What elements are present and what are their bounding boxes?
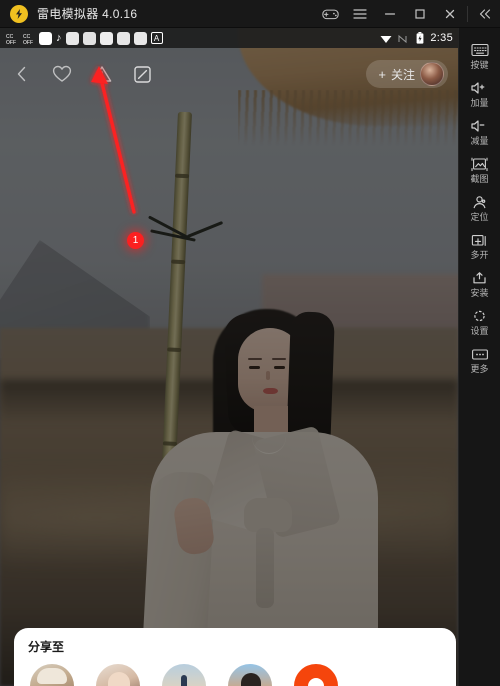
window-title: 雷电模拟器 4.0.16 (37, 7, 138, 21)
app-square-icon (133, 31, 147, 45)
toolbar-label: 设置 (470, 326, 489, 336)
window-titlebar: 雷电模拟器 4.0.16 (0, 0, 500, 28)
app-square-icon (116, 31, 130, 45)
close-icon[interactable] (435, 0, 465, 28)
gamepad-icon[interactable] (315, 0, 345, 28)
hamburger-menu-icon[interactable] (345, 0, 375, 28)
toolbar-item-multi-instance[interactable]: 多开 (459, 226, 500, 264)
toolbar-item-install[interactable]: 安装 (459, 264, 500, 302)
ldplayer-logo-icon (10, 4, 28, 23)
app-square-icon (65, 31, 79, 45)
status-bar-time: 2:35 (430, 32, 453, 44)
toolbar-label: 多开 (470, 250, 489, 260)
location-icon (471, 193, 488, 211)
android-screen[interactable]: CC OFF CC OFF ♪ A 2:35 + 关注 1 分享至 (0, 28, 458, 686)
android-status-bar: CC OFF CC OFF ♪ A 2:35 (0, 28, 458, 48)
follow-label: 关注 (390, 67, 415, 82)
svg-text:OFF: OFF (23, 40, 33, 45)
emulator-side-toolbar: 按键 加量 减量 截图 定位 多开 安装 设置 更多 (458, 28, 500, 686)
donut-hole (308, 678, 324, 686)
settings-gear-icon (471, 307, 488, 325)
status-bar-system-icons: 2:35 (379, 32, 453, 45)
toolbar-label: 安装 (470, 288, 489, 298)
screenshot-icon (471, 155, 488, 173)
volume-down-icon (470, 117, 489, 135)
svg-text:OFF: OFF (6, 40, 16, 45)
toolbar-label: 加量 (470, 98, 489, 108)
douyin-note-icon: ♪ (56, 31, 62, 44)
status-bar-notification-icons: CC OFF CC OFF ♪ A (5, 31, 163, 45)
app-square-icon (82, 31, 96, 45)
share-contact-2[interactable] (96, 664, 140, 686)
app-square-icon (99, 31, 113, 45)
warning-triangle-icon[interactable] (90, 62, 114, 86)
toolbar-label: 定位 (470, 212, 489, 222)
keyboard-icon (470, 41, 489, 59)
share-contact-list (30, 664, 456, 686)
maximize-icon[interactable] (405, 0, 435, 28)
window-controls (315, 0, 500, 28)
titlebar-divider (467, 5, 468, 22)
share-contact-1[interactable] (30, 664, 74, 686)
toolbar-label: 截图 (470, 174, 489, 184)
toolbar-label: 按键 (470, 60, 489, 70)
share-contact-3[interactable] (162, 664, 206, 686)
signal-icon (396, 32, 409, 45)
letter-badge-icon: A (150, 32, 163, 44)
heart-icon[interactable] (50, 62, 74, 86)
toolbar-item-settings[interactable]: 设置 (459, 302, 500, 340)
toolbar-item-screenshot[interactable]: 截图 (459, 150, 500, 188)
toolbar-item-more[interactable]: 更多 (459, 340, 500, 378)
share-sheet-scrim[interactable] (0, 28, 458, 686)
double-chevron-left-icon[interactable] (470, 0, 500, 28)
battery-icon (413, 32, 426, 45)
volume-up-icon (470, 79, 489, 97)
toolbar-item-volume-up[interactable]: 加量 (459, 74, 500, 112)
cc-off-icon: CC OFF (22, 32, 35, 45)
multi-instance-icon (471, 231, 488, 249)
toolbar-item-volume-down[interactable]: 减量 (459, 112, 500, 150)
app-square-icon (39, 31, 52, 45)
author-avatar[interactable] (420, 62, 444, 86)
toolbar-label: 减量 (470, 136, 489, 146)
more-dots-icon (471, 345, 489, 363)
share-icon[interactable] (130, 62, 154, 86)
cc-off-icon: CC OFF (5, 32, 18, 45)
share-contact-4[interactable] (228, 664, 272, 686)
share-sheet-title: 分享至 (28, 640, 65, 654)
app-top-action-bar: + 关注 (0, 48, 458, 100)
follow-button[interactable]: + 关注 (366, 60, 448, 88)
toolbar-label: 更多 (470, 364, 489, 374)
douyin-donut-icon[interactable] (294, 664, 338, 686)
install-apk-icon (471, 269, 488, 287)
ldplayer-window: 雷电模拟器 4.0.16 CC OFF CC OFF ♪ A 2:35 + 关注… (0, 0, 500, 686)
plus-icon: + (378, 66, 386, 82)
back-icon[interactable] (10, 62, 34, 86)
minimize-icon[interactable] (375, 0, 405, 28)
wifi-icon (379, 32, 392, 45)
toolbar-item-keyboard[interactable]: 按键 (459, 36, 500, 74)
toolbar-item-location[interactable]: 定位 (459, 188, 500, 226)
share-sheet: 分享至 (14, 628, 456, 686)
